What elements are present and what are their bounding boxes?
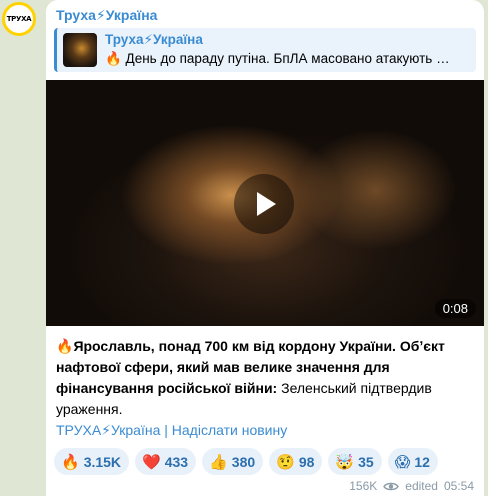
reaction-scream[interactable]: 😱 12 <box>387 448 438 475</box>
raised-eyebrow-icon: 🤨 <box>276 453 295 471</box>
reaction-count: 35 <box>358 453 374 470</box>
channel-link[interactable]: ТРУХА⚡Україна <box>56 422 160 438</box>
reaction-count: 12 <box>414 453 430 470</box>
avatar-label: ТРУХА <box>6 15 32 23</box>
reaction-count: 433 <box>164 453 189 470</box>
reaction-count: 380 <box>231 453 256 470</box>
channel-name[interactable]: Труха⚡Україна <box>56 7 157 24</box>
message-meta: 156K edited 05:54 <box>349 479 474 493</box>
link-separator: | <box>160 422 172 438</box>
video-duration: 0:08 <box>434 299 476 318</box>
reaction-count: 98 <box>298 453 315 470</box>
submit-news-link[interactable]: Надіслати новину <box>172 422 287 438</box>
reply-text: 🔥 День до параду путіна. БпЛА масовано а… <box>105 51 450 66</box>
reaction-raised-eyebrow[interactable]: 🤨 98 <box>269 448 323 475</box>
edited-label: edited <box>405 479 438 493</box>
view-count: 156K <box>349 479 378 493</box>
footer-links: ТРУХА⚡Україна | Надіслати новину <box>56 422 287 439</box>
message-text: 🔥Ярославль, понад 700 км від кордону Укр… <box>56 336 476 420</box>
reply-thumbnail <box>63 33 97 67</box>
thumbs-up-icon: 👍 <box>209 453 228 471</box>
play-button[interactable] <box>234 174 294 234</box>
reaction-heart[interactable]: ❤️ 433 <box>135 448 197 475</box>
message-time: 05:54 <box>443 479 474 493</box>
reaction-fire[interactable]: 🔥 3.15K <box>54 448 130 475</box>
reaction-thumbs-up[interactable]: 👍 380 <box>202 448 264 475</box>
fire-emoji: 🔥 <box>56 338 74 354</box>
eye-icon <box>383 482 400 490</box>
reply-preview[interactable]: Труха⚡Україна 🔥 День до параду путіна. Б… <box>54 28 476 72</box>
heart-icon: ❤️ <box>142 453 161 471</box>
reactions-bar: 🔥 3.15K ❤️ 433 👍 380 🤨 98 🤯 35 😱 12 <box>54 448 438 475</box>
reaction-mind-blown[interactable]: 🤯 35 <box>328 448 382 475</box>
play-icon <box>257 192 276 216</box>
channel-avatar[interactable]: ТРУХА <box>2 2 36 36</box>
fire-icon: 🔥 <box>61 453 80 471</box>
message-bubble: Труха⚡Україна Труха⚡Україна 🔥 День до па… <box>46 0 484 496</box>
scream-icon: 😱 <box>394 453 411 471</box>
reaction-count: 3.15K <box>83 453 122 470</box>
reply-title: Труха⚡Україна <box>105 32 203 47</box>
mind-blown-icon: 🤯 <box>335 453 355 471</box>
video-player[interactable]: 0:08 <box>46 80 484 326</box>
